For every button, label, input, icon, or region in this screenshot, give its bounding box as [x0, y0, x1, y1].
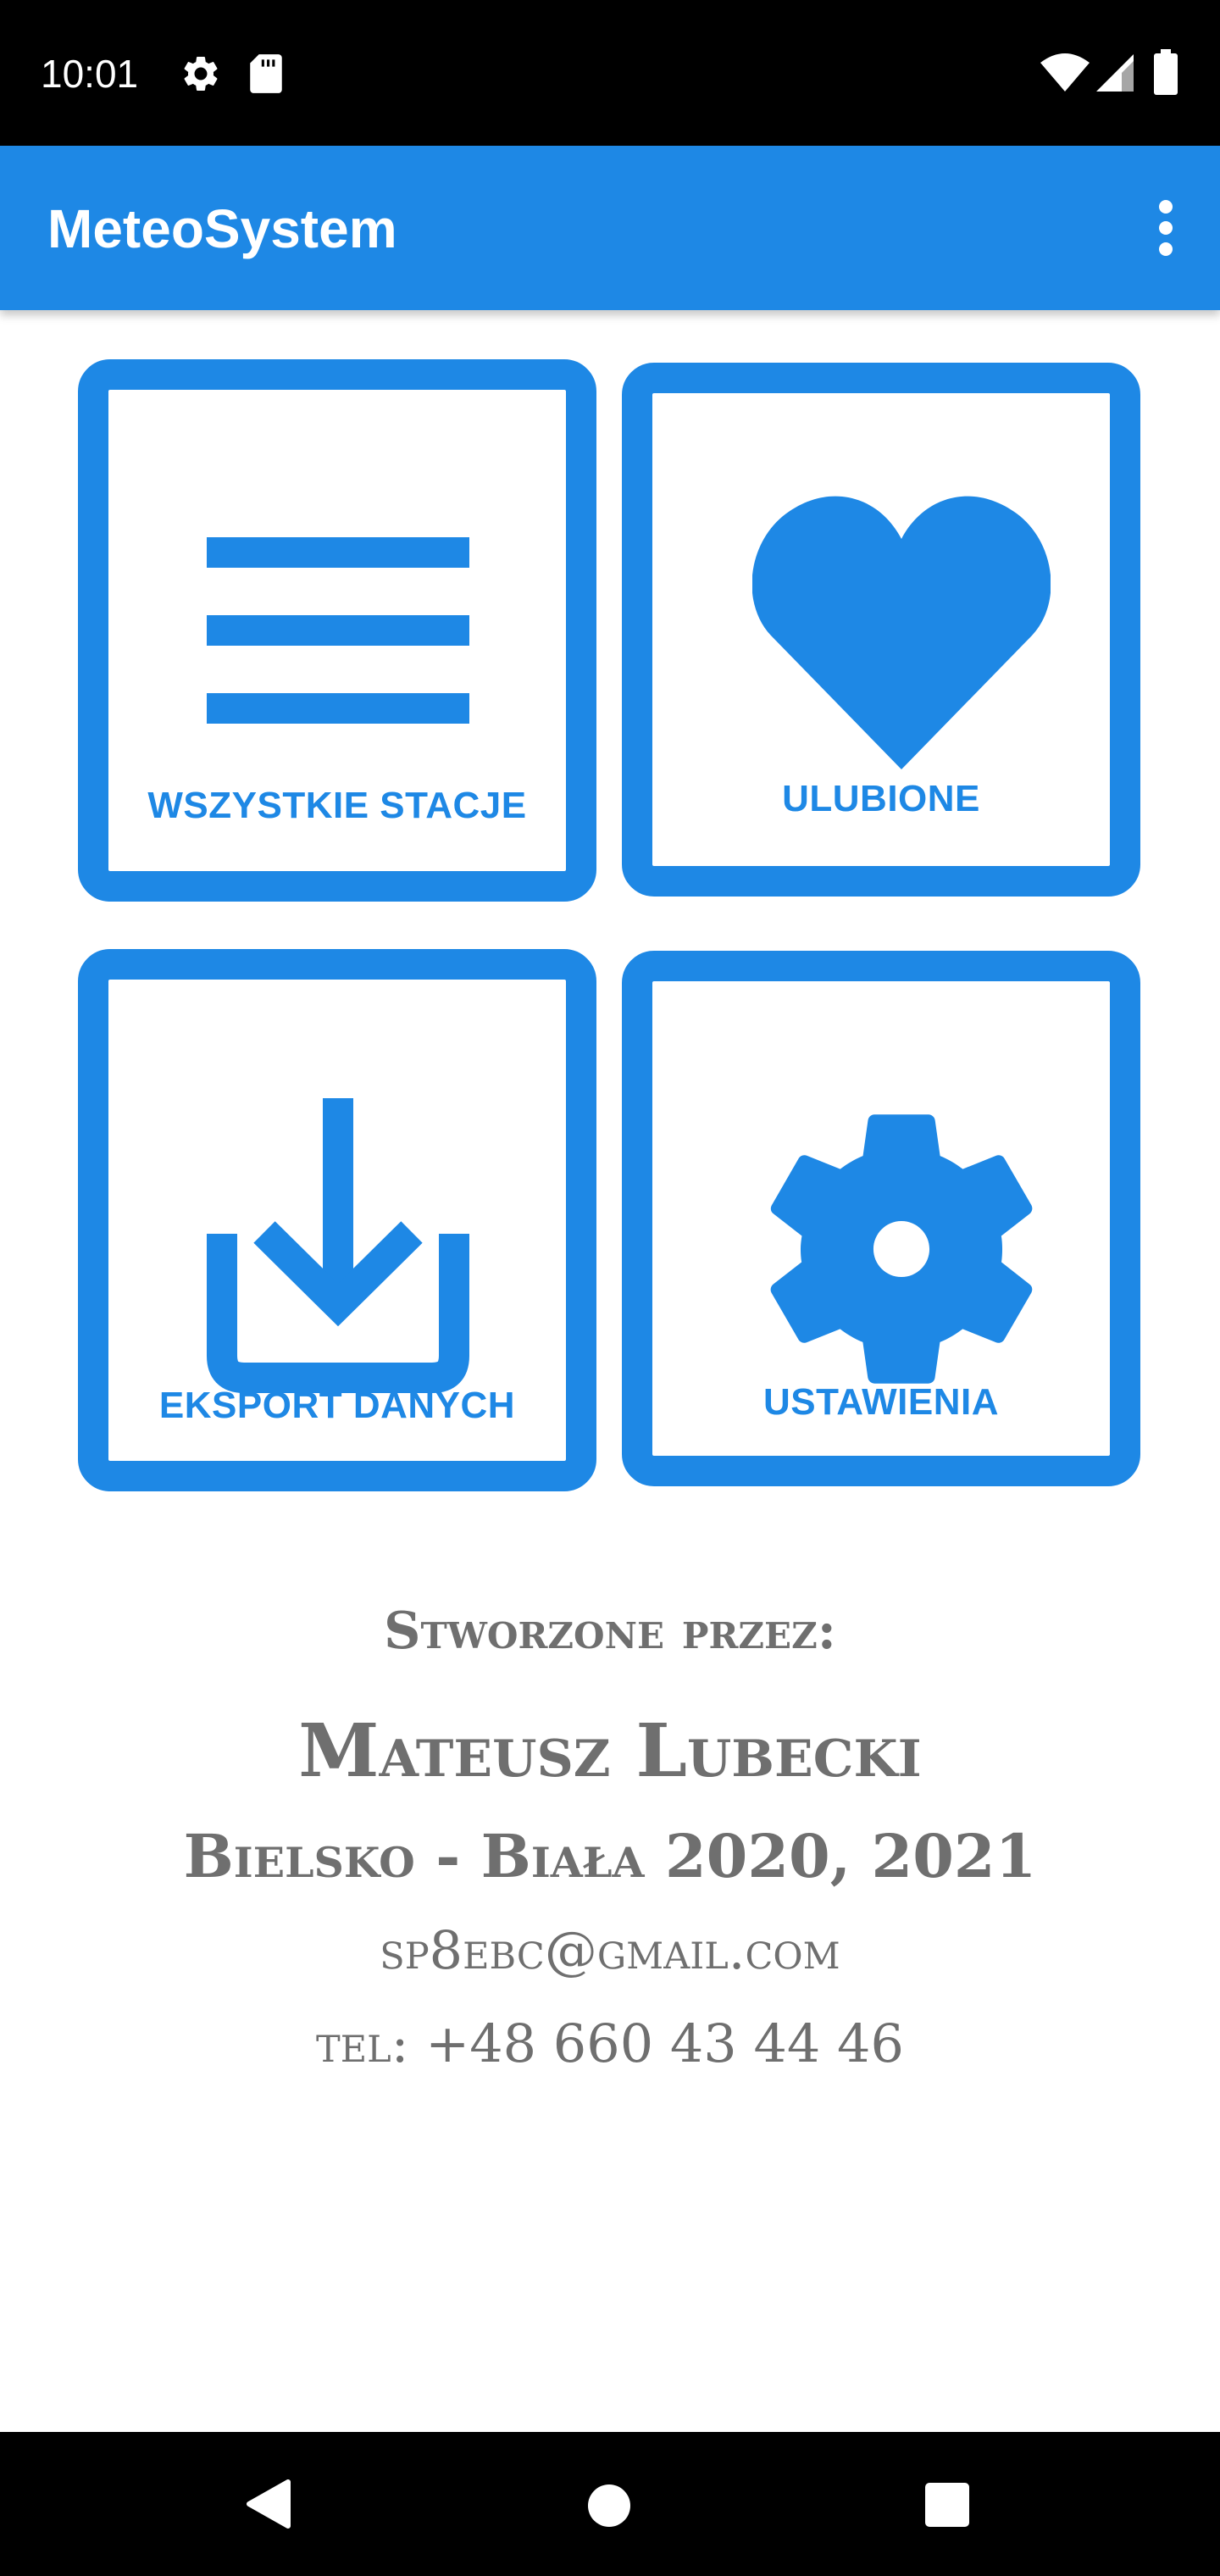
settings-gear-icon: [184, 56, 218, 91]
tile-data-export-label: EKSPORT DANYCH: [158, 1385, 516, 1426]
heart-icon: [752, 496, 1051, 769]
recents-icon[interactable]: [925, 2483, 969, 2527]
tile-data-export[interactable]: EKSPORT DANYCH: [78, 949, 596, 1491]
wifi-icon: [1040, 53, 1090, 92]
navigation-bar: [0, 2432, 1220, 2576]
battery-icon: [1154, 49, 1178, 95]
tile-all-stations-label: WSZYSTKIE STACJE: [147, 785, 527, 826]
gear-icon: [770, 1114, 1033, 1384]
tile-favourites-label: ULUBIONE: [782, 778, 980, 819]
list-icon: [207, 537, 469, 724]
back-icon[interactable]: [244, 2479, 293, 2529]
home-icon[interactable]: [586, 2483, 632, 2529]
screen: 10:01 MeteoSystem WSZYSTKIE STACJE ULUBI…: [0, 0, 1220, 2576]
cellular-signal-icon: [1096, 54, 1134, 92]
status-time: 10:01: [41, 52, 139, 96]
tile-settings[interactable]: USTAWIENIA: [622, 951, 1140, 1486]
credits-place: Bielsko - Biała 2020, 2021: [183, 1821, 1037, 1891]
status-bar: 10:01: [0, 0, 1220, 146]
app-bar: MeteoSystem: [0, 146, 1220, 310]
more-vertical-icon[interactable]: [1145, 190, 1186, 266]
tile-settings-label: USTAWIENIA: [763, 1381, 999, 1423]
download-icon: [207, 1098, 469, 1393]
app-title: MeteoSystem: [47, 198, 397, 259]
credits-phone: tel: +48 660 43 44 46: [316, 2012, 904, 2074]
credits-email: sp8ebc@gmail.com: [380, 1919, 840, 1981]
tile-favourites[interactable]: ULUBIONE: [622, 363, 1140, 897]
tile-all-stations[interactable]: WSZYSTKIE STACJE: [78, 359, 596, 902]
sd-card-icon: [250, 54, 282, 93]
credits-heading: Stworzone przez:: [384, 1602, 836, 1661]
credits-author: Mateusz Lubecki: [298, 1708, 922, 1794]
